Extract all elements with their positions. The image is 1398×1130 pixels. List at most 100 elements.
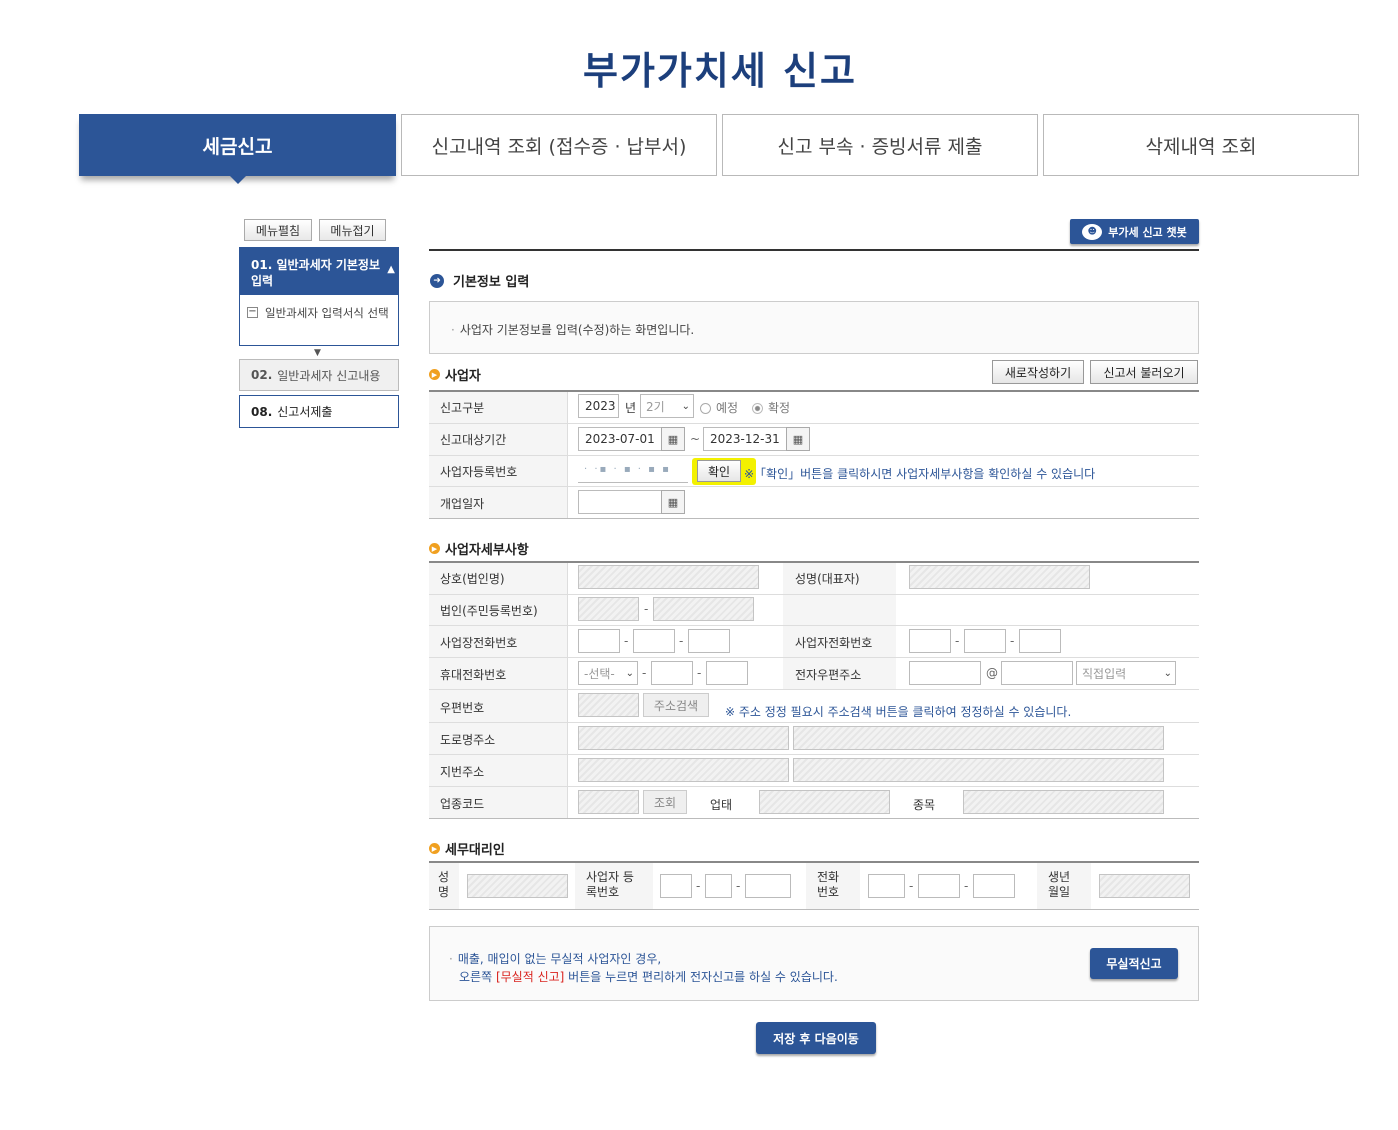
nil-report-line2-post: 버튼을 누르면 편리하게 전자신고를 하실 수 있습니다. bbox=[568, 970, 838, 984]
chevron-down-icon: ⌄ bbox=[625, 667, 634, 679]
email-domain-input[interactable] bbox=[1001, 661, 1073, 685]
side-step-1: 01. 일반과세자 기본정보 입력 ▲ − 일반과세자 입력서식 선택 bbox=[239, 247, 399, 346]
address-search-button[interactable]: 주소검색 bbox=[643, 693, 709, 717]
owner-phone-2-input[interactable] bbox=[964, 629, 1006, 653]
business-item-label: 종목 bbox=[913, 798, 936, 812]
mobile-2-input[interactable] bbox=[651, 661, 693, 685]
dash: - bbox=[736, 879, 741, 893]
menu-collapse-button[interactable]: 메뉴접기 bbox=[319, 219, 386, 241]
dash: - bbox=[697, 666, 702, 680]
year-input[interactable]: 2023 bbox=[578, 394, 619, 418]
agent-phone-2-input[interactable] bbox=[918, 874, 960, 898]
agent-phone-1-input[interactable] bbox=[868, 874, 905, 898]
chatbot-label: 부가세 신고 챗봇 bbox=[1108, 225, 1187, 239]
agent-birth-label: 생년 월일 bbox=[1048, 870, 1071, 899]
arrow-right-icon: ➜ bbox=[430, 273, 444, 288]
side-step-1-header[interactable]: 01. 일반과세자 기본정보 입력 ▲ bbox=[240, 248, 398, 295]
radio-planned[interactable]: 예정 bbox=[700, 399, 738, 416]
owner-phone-3-input[interactable] bbox=[1019, 629, 1061, 653]
email-domain-select-value: 직접입력 bbox=[1082, 666, 1127, 681]
basic-info-box: · 사업자 기본정보를 입력(수정)하는 화면입니다. bbox=[429, 301, 1199, 354]
biz-phone-1-input[interactable] bbox=[578, 629, 620, 653]
chatbot-button[interactable]: ☻ 부가세 신고 챗봇 bbox=[1070, 219, 1199, 244]
company-input bbox=[578, 565, 759, 589]
nil-report-button[interactable]: 무실적신고 bbox=[1090, 948, 1178, 979]
load-report-button[interactable]: 신고서 불러오기 bbox=[1090, 360, 1198, 384]
date-to-input[interactable]: 2023-12-31 bbox=[703, 427, 787, 451]
agent-reg-2-input[interactable] bbox=[705, 874, 732, 898]
business-type-label: 업태 bbox=[710, 798, 733, 812]
email-domain-select[interactable]: 직접입력 ⌄ bbox=[1076, 661, 1176, 685]
nil-report-line1: 매출, 매입이 없는 무실적 사업자인 경우, bbox=[457, 952, 662, 966]
details-section-title-text: 사업자세부사항 bbox=[445, 543, 529, 558]
company-label: 상호(법인명) bbox=[440, 572, 505, 586]
business-item-input bbox=[963, 790, 1164, 814]
business-section-title: ▶ 사업자 bbox=[429, 365, 481, 384]
period-select[interactable]: 2기 ⌄ bbox=[640, 394, 694, 418]
calendar-icon[interactable]: ▦ bbox=[661, 490, 685, 514]
period-select-value: 2기 bbox=[646, 399, 665, 414]
calendar-icon[interactable]: ▦ bbox=[661, 427, 685, 451]
calendar-icon[interactable]: ▦ bbox=[786, 427, 810, 451]
tab-report-history[interactable]: 신고내역 조회 (접수증 · 납부서) bbox=[401, 114, 717, 176]
radio-final[interactable]: 확정 bbox=[752, 399, 790, 416]
biz-phone-3-input[interactable] bbox=[688, 629, 730, 653]
row-divider bbox=[429, 455, 1199, 456]
representative-input bbox=[909, 565, 1090, 589]
agent-reg-3-input[interactable] bbox=[745, 874, 791, 898]
industry-lookup-button[interactable]: 조회 bbox=[643, 790, 687, 814]
dash: - bbox=[696, 879, 701, 893]
zip-input bbox=[578, 693, 639, 717]
dash: - bbox=[964, 879, 969, 893]
side-step-1-sub-label: 일반과세자 입력서식 선택 bbox=[265, 306, 389, 320]
tab-attachments[interactable]: 신고 부속 · 증빙서류 제출 bbox=[722, 114, 1038, 176]
date-from-input[interactable]: 2023-07-01 bbox=[578, 427, 662, 451]
nil-report-text: · 매출, 매입이 없는 무실적 사업자인 경우, 오른쪽 [무실적 신고] 버튼… bbox=[449, 952, 838, 984]
confirm-button[interactable]: 확인 bbox=[697, 460, 741, 482]
side-step-1-num: 01. bbox=[251, 258, 273, 272]
zip-label: 우편번호 bbox=[440, 701, 485, 715]
open-date-input[interactable] bbox=[578, 490, 662, 514]
side-step-8[interactable]: 08. 신고서제출 bbox=[239, 395, 399, 428]
agent-reg-label: 사업자 등록번호 bbox=[586, 870, 634, 899]
dash: - bbox=[955, 634, 960, 648]
basic-info-title: ➜ 기본정보 입력 bbox=[430, 271, 529, 290]
owner-phone-1-input[interactable] bbox=[909, 629, 951, 653]
side-step-2[interactable]: 02. 일반과세자 신고내용 bbox=[239, 359, 399, 391]
side-step-8-title: 신고서제출 bbox=[277, 405, 333, 419]
row-divider bbox=[429, 909, 1199, 910]
road-address-input bbox=[578, 726, 789, 750]
tab-deleted-history[interactable]: 삭제내역 조회 bbox=[1043, 114, 1359, 176]
address-note: ※ 주소 정정 필요시 주소검색 버튼을 클릭하여 정정하실 수 있습니다. bbox=[725, 705, 1072, 719]
bullet-icon: ▶ bbox=[429, 369, 440, 380]
menu-expand-button[interactable]: 메뉴펼침 bbox=[244, 219, 312, 241]
chevron-down-icon: ⌄ bbox=[1163, 667, 1172, 679]
side-step-2-num: 02. bbox=[251, 368, 273, 382]
agent-section-title: ▶ 세무대리인 bbox=[429, 839, 505, 858]
bullet-icon: ▶ bbox=[429, 843, 440, 854]
dash: - bbox=[642, 666, 647, 680]
tab-tax-report[interactable]: 세금신고 bbox=[79, 114, 396, 184]
content-top-divider bbox=[429, 249, 1199, 251]
biz-phone-2-input[interactable] bbox=[633, 629, 675, 653]
business-reg-input[interactable]: · ·▪ · ▪ · ▪ ▪ bbox=[578, 459, 688, 483]
row-divider bbox=[429, 657, 1199, 658]
side-step-1-sub[interactable]: − 일반과세자 입력서식 선택 bbox=[240, 295, 398, 320]
new-form-button[interactable]: 새로작성하기 bbox=[992, 360, 1084, 384]
mobile-3-input[interactable] bbox=[706, 661, 748, 685]
nil-report-highlight: [무실적 신고] bbox=[495, 970, 565, 984]
basic-info-description: · 사업자 기본정보를 입력(수정)하는 화면입니다. bbox=[451, 323, 695, 337]
corp-number-second-input bbox=[653, 597, 754, 621]
row-divider bbox=[429, 722, 1199, 723]
agent-phone-label: 전화 번호 bbox=[817, 870, 840, 899]
mobile-prefix-select[interactable]: -선택- ⌄ bbox=[578, 661, 638, 685]
row-divider bbox=[429, 818, 1199, 819]
page-title: 부가가치세 신고 bbox=[583, 49, 857, 93]
agent-reg-1-input[interactable] bbox=[660, 874, 692, 898]
email-id-input[interactable] bbox=[909, 661, 981, 685]
business-type-input bbox=[759, 790, 890, 814]
row-divider bbox=[429, 594, 1199, 595]
save-next-button[interactable]: 저장 후 다음이동 bbox=[756, 1022, 876, 1054]
agent-phone-3-input[interactable] bbox=[973, 874, 1015, 898]
chevron-up-icon[interactable]: ▲ bbox=[387, 262, 395, 278]
